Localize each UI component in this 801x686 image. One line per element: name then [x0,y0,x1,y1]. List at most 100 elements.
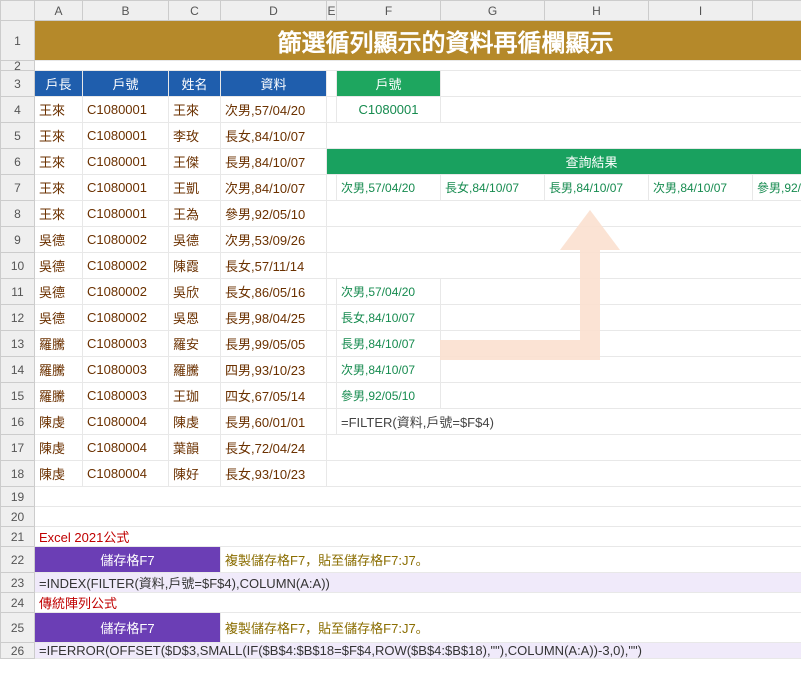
d10[interactable]: 長女,57/11/14 [221,253,327,279]
a14[interactable]: 羅騰 [35,357,83,383]
a5[interactable]: 王來 [35,123,83,149]
c10[interactable]: 陳霞 [169,253,221,279]
a4[interactable]: 王來 [35,97,83,123]
b6[interactable]: C1080001 [83,149,169,175]
c9[interactable]: 吳德 [169,227,221,253]
row-20[interactable]: 20 [1,507,35,527]
row-9[interactable]: 9 [1,227,35,253]
d6[interactable]: 長男,84/10/07 [221,149,327,175]
c8[interactable]: 王為 [169,201,221,227]
row-7[interactable]: 7 [1,175,35,201]
c5[interactable]: 李玫 [169,123,221,149]
row-14[interactable]: 14 [1,357,35,383]
row-17[interactable]: 17 [1,435,35,461]
d7[interactable]: 次男,84/10/07 [221,175,327,201]
col-C[interactable]: C [169,1,221,21]
row-10[interactable]: 10 [1,253,35,279]
b9[interactable]: C1080002 [83,227,169,253]
c18[interactable]: 陳好 [169,461,221,487]
row-16[interactable]: 16 [1,409,35,435]
d17[interactable]: 長女,72/04/24 [221,435,327,461]
col-A[interactable]: A [35,1,83,21]
formula2[interactable]: =IFERROR(OFFSET($D$3,SMALL(IF($B$4:$B$18… [35,643,801,659]
b18[interactable]: C1080004 [83,461,169,487]
row-15[interactable]: 15 [1,383,35,409]
c4[interactable]: 王來 [169,97,221,123]
row-8[interactable]: 8 [1,201,35,227]
g7[interactable]: 長女,84/10/07 [441,175,545,201]
formula1[interactable]: =INDEX(FILTER(資料,戶號=$F$4),COLUMN(A:A)) [35,573,801,593]
b8[interactable]: C1080001 [83,201,169,227]
row-23[interactable]: 23 [1,573,35,593]
col-E[interactable]: E [327,1,337,21]
c17[interactable]: 葉韻 [169,435,221,461]
b4[interactable]: C1080001 [83,97,169,123]
d14[interactable]: 四男,93/10/23 [221,357,327,383]
f13[interactable]: 長男,84/10/07 [337,331,441,357]
c11[interactable]: 吳欣 [169,279,221,305]
col-J[interactable]: J [753,1,801,21]
c6[interactable]: 王傑 [169,149,221,175]
f15[interactable]: 參男,92/05/10 [337,383,441,409]
col-F[interactable]: F [337,1,441,21]
row-12[interactable]: 12 [1,305,35,331]
b12[interactable]: C1080002 [83,305,169,331]
b7[interactable]: C1080001 [83,175,169,201]
a10[interactable]: 吳德 [35,253,83,279]
c14[interactable]: 羅騰 [169,357,221,383]
a18[interactable]: 陳虔 [35,461,83,487]
row-19[interactable]: 19 [1,487,35,507]
b5[interactable]: C1080001 [83,123,169,149]
f14[interactable]: 次男,84/10/07 [337,357,441,383]
a6[interactable]: 王來 [35,149,83,175]
c7[interactable]: 王凱 [169,175,221,201]
row-2[interactable]: 2 [1,61,35,71]
f11[interactable]: 次男,57/04/20 [337,279,441,305]
d9[interactable]: 次男,53/09/26 [221,227,327,253]
row-24[interactable]: 24 [1,593,35,613]
a8[interactable]: 王來 [35,201,83,227]
b13[interactable]: C1080003 [83,331,169,357]
col-B[interactable]: B [83,1,169,21]
b16[interactable]: C1080004 [83,409,169,435]
col-G[interactable]: G [441,1,545,21]
row-21[interactable]: 21 [1,527,35,547]
d16[interactable]: 長男,60/01/01 [221,409,327,435]
a7[interactable]: 王來 [35,175,83,201]
row-1[interactable]: 1 [1,21,35,61]
b10[interactable]: C1080002 [83,253,169,279]
row-11[interactable]: 11 [1,279,35,305]
a12[interactable]: 吳德 [35,305,83,331]
i7[interactable]: 次男,84/10/07 [649,175,753,201]
a11[interactable]: 吳德 [35,279,83,305]
a13[interactable]: 羅騰 [35,331,83,357]
row-4[interactable]: 4 [1,97,35,123]
d13[interactable]: 長男,99/05/05 [221,331,327,357]
c12[interactable]: 吳恩 [169,305,221,331]
b11[interactable]: C1080002 [83,279,169,305]
spreadsheet[interactable]: A B C D E F G H I J 1 篩選循列顯示的資料再循欄顯示 2 3… [0,0,801,659]
d18[interactable]: 長女,93/10/23 [221,461,327,487]
d11[interactable]: 長女,86/05/16 [221,279,327,305]
row-5[interactable]: 5 [1,123,35,149]
c15[interactable]: 王珈 [169,383,221,409]
row-26[interactable]: 26 [1,643,35,659]
d15[interactable]: 四女,67/05/14 [221,383,327,409]
d8[interactable]: 參男,92/05/10 [221,201,327,227]
f7[interactable]: 次男,57/04/20 [337,175,441,201]
col-H[interactable]: H [545,1,649,21]
a16[interactable]: 陳虔 [35,409,83,435]
c13[interactable]: 羅安 [169,331,221,357]
b15[interactable]: C1080003 [83,383,169,409]
a17[interactable]: 陳虔 [35,435,83,461]
col-D[interactable]: D [221,1,327,21]
d12[interactable]: 長男,98/04/25 [221,305,327,331]
c16[interactable]: 陳虔 [169,409,221,435]
col-I[interactable]: I [649,1,753,21]
a15[interactable]: 羅騰 [35,383,83,409]
h7[interactable]: 長男,84/10/07 [545,175,649,201]
b17[interactable]: C1080004 [83,435,169,461]
d5[interactable]: 長女,84/10/07 [221,123,327,149]
d4[interactable]: 次男,57/04/20 [221,97,327,123]
b14[interactable]: C1080003 [83,357,169,383]
